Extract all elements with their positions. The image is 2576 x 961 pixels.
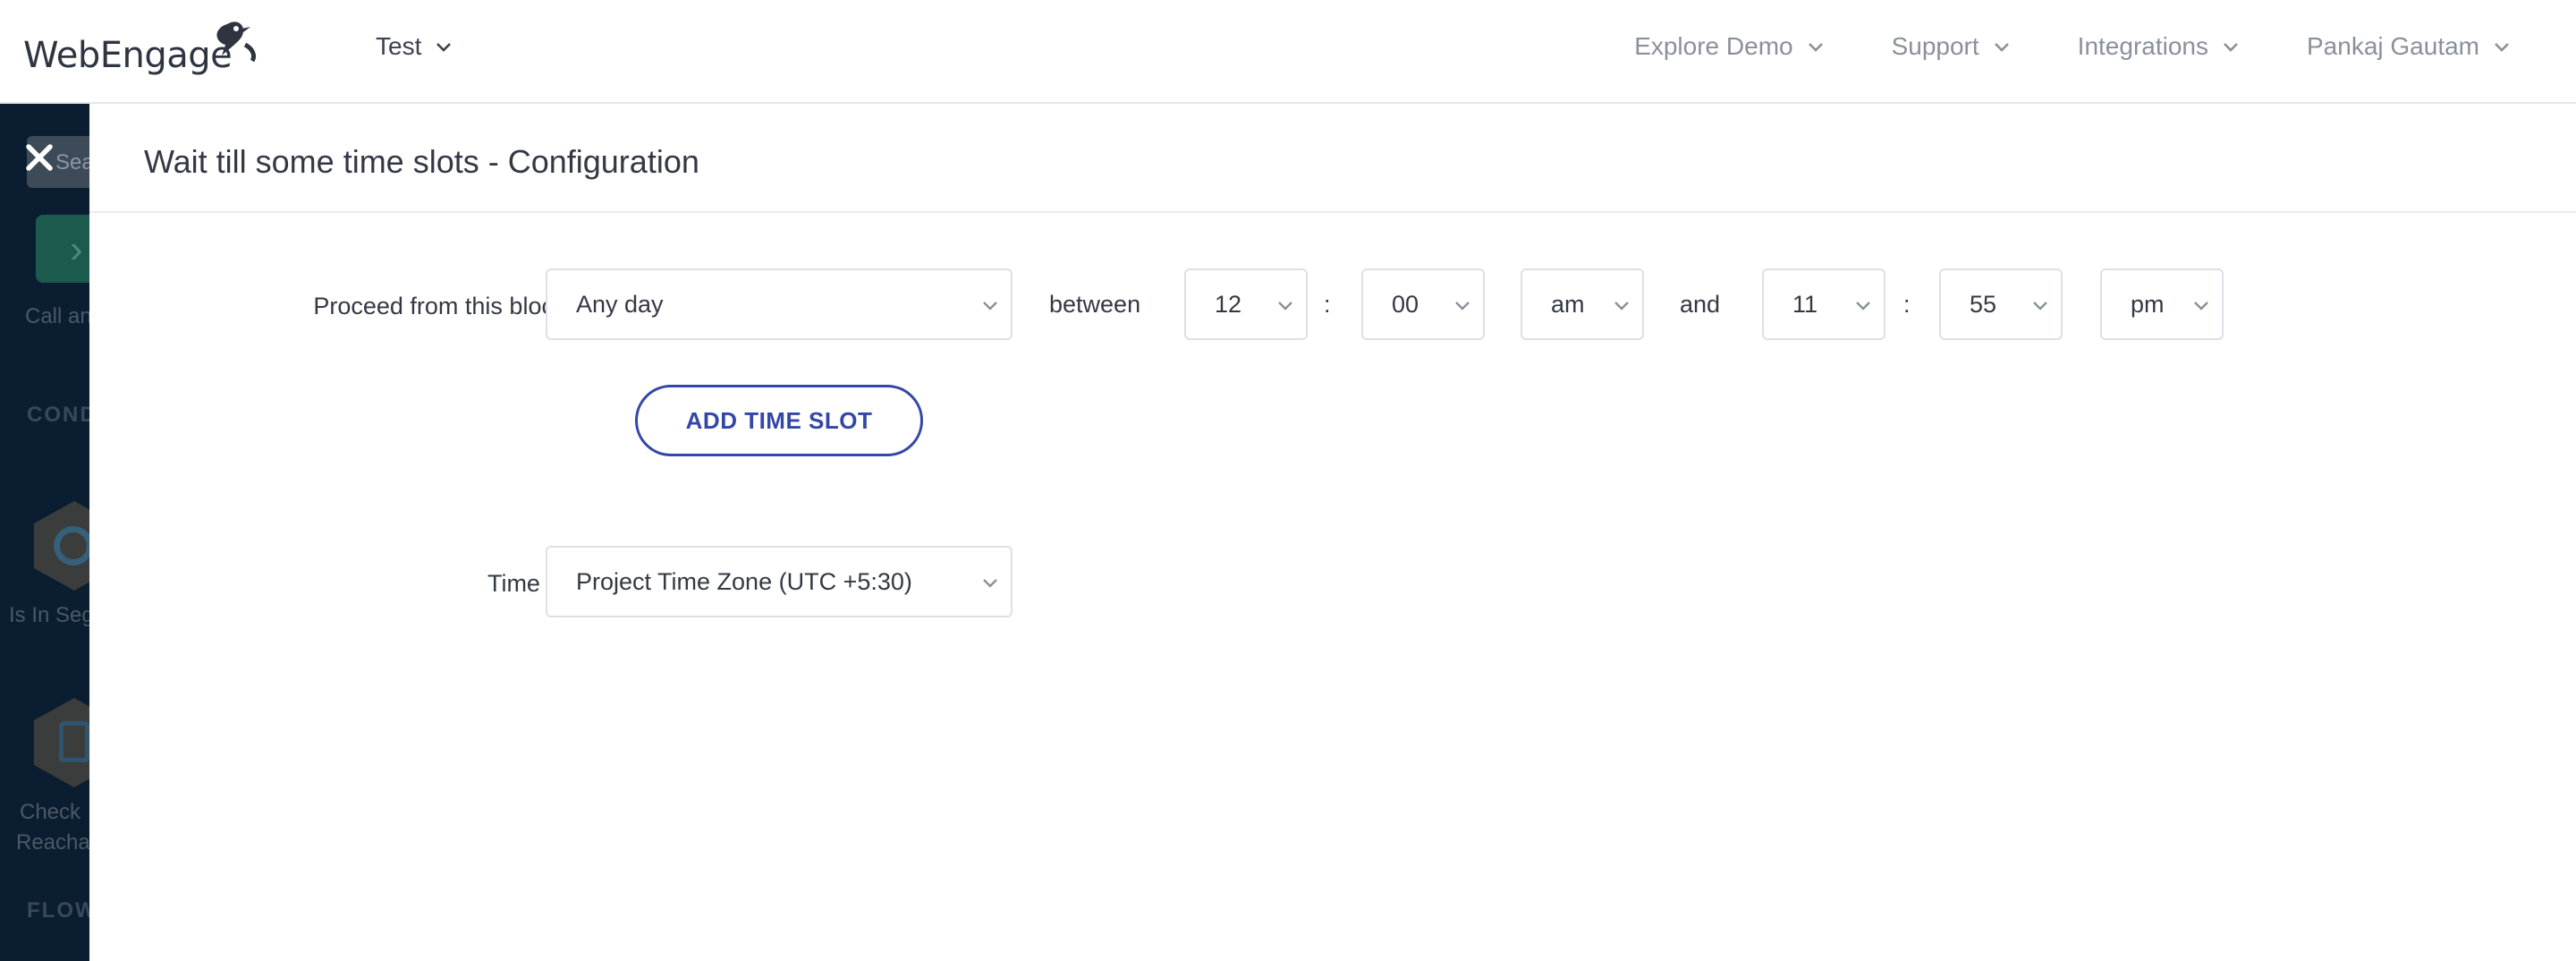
sidebar-section-conditions: COND [27,403,89,427]
chevron-down-icon [2033,302,2047,310]
chevron-down-icon [983,302,997,310]
end-hour-value: 11 [1792,290,1818,318]
chevron-down-icon [436,43,452,52]
end-ampm-select[interactable]: pm [2100,268,2224,340]
modal-header: Wait till some time slots - Configuratio… [89,104,2576,213]
nav-user-menu[interactable]: Pankaj Gautam [2307,32,2512,61]
project-name: Test [376,32,422,60]
chevron-down-icon [1856,302,1870,310]
start-minute-select[interactable]: 00 [1361,268,1485,340]
end-minute-value: 55 [1970,290,1997,318]
end-ampm-value: pm [2131,290,2165,318]
configuration-modal: Wait till some time slots - Configuratio… [89,104,2576,961]
logo-text: WebEngage [23,35,233,76]
chevron-down-icon [1994,43,2009,52]
webengage-logo[interactable]: WebEngage [23,18,257,81]
end-hour-select[interactable]: 11 [1762,268,1885,340]
chevron-right-icon: › [70,227,83,271]
sidebar-item-is-in-segment: Is In Seg [9,603,89,627]
nav-integrations[interactable]: Integrations [2078,32,2241,61]
sidebar-section-flow: FLOW [27,898,89,923]
time-separator: : [1324,291,1331,318]
journey-block-sidebar: Sear › Call an COND Is In Seg Check Reac… [0,104,89,961]
day-select[interactable]: Any day [546,268,1013,340]
chevron-down-icon [2495,43,2509,52]
top-navigation-bar: WebEngage Test Explore Demo Support Inte… [0,0,2576,104]
device-icon [59,721,89,762]
timezone-select-value: Project Time Zone (UTC +5:30) [576,567,912,595]
chevron-down-icon [2224,43,2238,52]
nav-menu: Explore Demo Support Integrations Pankaj… [1634,32,2512,61]
sidebar-block-label: Call an [25,304,89,328]
nav-support[interactable]: Support [1892,32,2012,61]
chevron-down-icon [2194,302,2208,310]
nav-label: Integrations [2077,32,2208,60]
between-text: between [1049,291,1141,318]
start-minute-value: 00 [1392,290,1419,318]
chevron-down-icon [983,579,997,588]
modal-title: Wait till some time slots - Configuratio… [144,143,699,180]
day-select-value: Any day [576,290,664,318]
chevron-down-icon [1278,302,1292,310]
start-ampm-select[interactable]: am [1521,268,1644,340]
chevron-down-icon [1808,43,1823,52]
nav-label: Explore Demo [1634,32,1793,60]
timezone-select[interactable]: Project Time Zone (UTC +5:30) [546,546,1013,617]
chevron-down-icon [1455,302,1470,310]
end-minute-select[interactable]: 55 [1939,268,2063,340]
time-separator: : [1903,291,1911,318]
user-name: Pankaj Gautam [2307,32,2479,60]
start-hour-select[interactable]: 12 [1184,268,1308,340]
nav-explore-demo[interactable]: Explore Demo [1634,32,1825,61]
bird-icon [216,21,257,63]
segment-ring-icon [54,526,89,566]
nav-label: Support [1891,32,1979,60]
project-selector[interactable]: Test [376,32,453,61]
chevron-down-icon [1614,302,1629,310]
close-icon[interactable] [23,141,55,174]
and-text: and [1680,291,1721,318]
start-hour-value: 12 [1215,290,1242,318]
sidebar-item-check-reachability: Check [20,800,81,824]
sidebar-item-check-reachability-line2: Reacha [16,830,89,855]
start-ampm-value: am [1551,290,1585,318]
add-time-slot-button[interactable]: ADD TIME SLOT [635,385,923,456]
